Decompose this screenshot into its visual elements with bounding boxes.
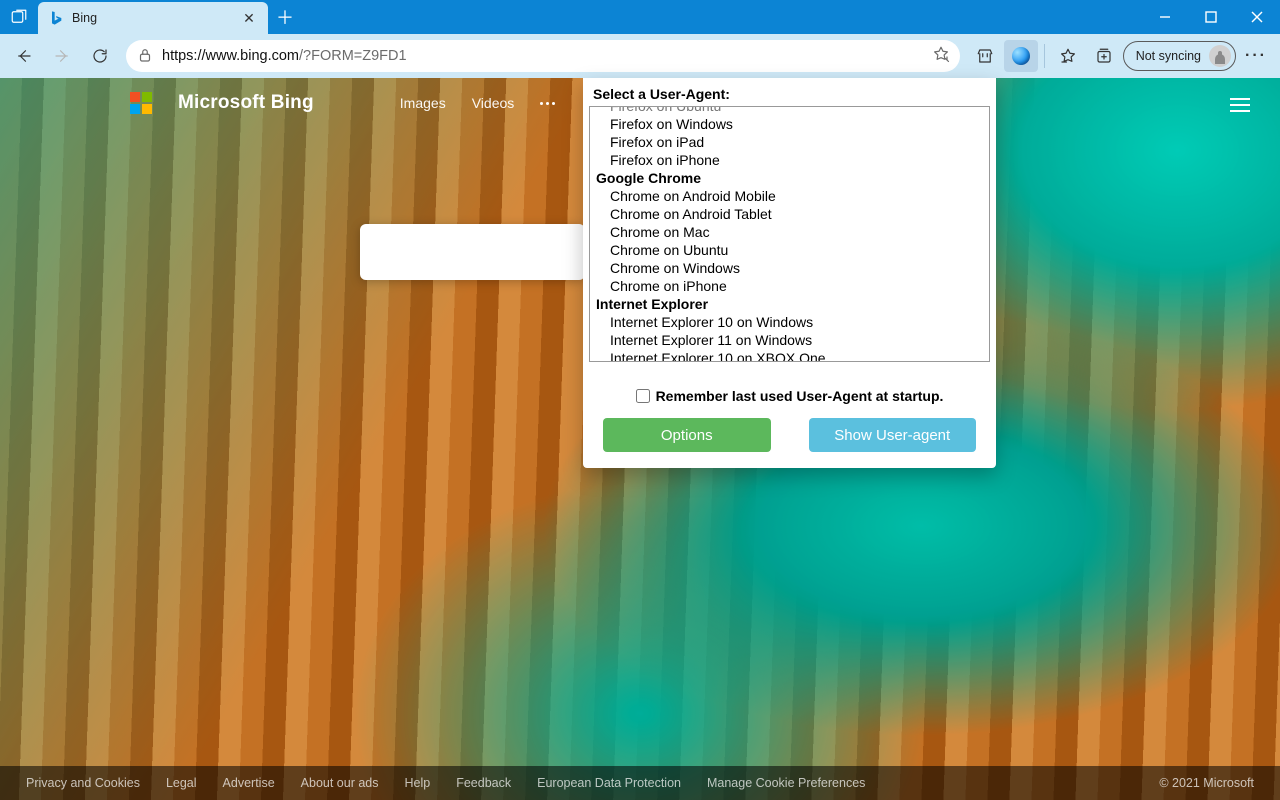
ua-list-item[interactable]: Chrome on Android Tablet — [590, 205, 989, 223]
window-maximize-button[interactable] — [1188, 0, 1234, 34]
sync-label: Not syncing — [1136, 49, 1201, 63]
search-box[interactable] — [360, 224, 585, 280]
footer-link[interactable]: Feedback — [456, 776, 511, 790]
footer-link[interactable]: Manage Cookie Preferences — [707, 776, 865, 790]
page-viewport: Microsoft Bing Images Videos Select a Us… — [0, 78, 1280, 800]
favorite-star-icon[interactable] — [932, 45, 950, 67]
ua-list-item[interactable]: Chrome on Mac — [590, 223, 989, 241]
browser-toolbar: https://www.bing.com/?FORM=Z9FD1 Not syn… — [0, 34, 1280, 78]
ua-list-item[interactable]: Chrome on iPhone — [590, 277, 989, 295]
ua-list-item[interactable]: Internet Explorer 10 on Windows — [590, 313, 989, 331]
footer-link[interactable]: Privacy and Cookies — [26, 776, 140, 790]
globe-icon — [1012, 47, 1030, 65]
footer-link[interactable]: Advertise — [223, 776, 275, 790]
useragent-list[interactable]: Firefox on UbuntuFirefox on WindowsFiref… — [589, 106, 990, 362]
extension-useragent-icon[interactable] — [1004, 40, 1038, 72]
brand-text: Microsoft Bing — [178, 92, 314, 114]
favorites-button[interactable] — [1051, 40, 1085, 72]
window-close-button[interactable] — [1234, 0, 1280, 34]
toolbar-separator — [1044, 44, 1045, 68]
new-tab-button[interactable]: ＋ — [268, 0, 302, 34]
ua-group-header: Internet Explorer — [590, 295, 989, 313]
footer-link[interactable]: Help — [405, 776, 431, 790]
address-bar[interactable]: https://www.bing.com/?FORM=Z9FD1 — [126, 40, 960, 72]
hamburger-menu-button[interactable] — [1224, 92, 1256, 118]
ua-group-header: Google Chrome — [590, 169, 989, 187]
profile-sync-button[interactable]: Not syncing — [1123, 41, 1236, 71]
popup-heading: Select a User-Agent: — [583, 86, 996, 106]
ua-list-item[interactable]: Firefox on Ubuntu — [590, 106, 989, 115]
ua-list-item[interactable]: Internet Explorer 11 on Windows — [590, 331, 989, 349]
browser-tab[interactable]: Bing ✕ — [38, 2, 268, 34]
microsoft-logo-icon — [130, 92, 152, 114]
footer-link[interactable]: European Data Protection — [537, 776, 681, 790]
profile-avatar-icon — [1209, 45, 1231, 67]
nav-images-link[interactable]: Images — [400, 95, 446, 111]
ua-list-item[interactable]: Chrome on Ubuntu — [590, 241, 989, 259]
footer-copyright: © 2021 Microsoft — [1159, 776, 1254, 790]
settings-more-button[interactable]: ··· — [1238, 38, 1274, 74]
tab-actions-button[interactable] — [0, 0, 38, 34]
ua-list-item[interactable]: Firefox on Windows — [590, 115, 989, 133]
nav-refresh-button[interactable] — [82, 38, 118, 74]
ua-list-item[interactable]: Internet Explorer 10 on XBOX One — [590, 349, 989, 362]
window-titlebar: Bing ✕ ＋ — [0, 0, 1280, 34]
nav-back-button[interactable] — [6, 38, 42, 74]
ua-list-item[interactable]: Chrome on Android Mobile — [590, 187, 989, 205]
window-minimize-button[interactable] — [1142, 0, 1188, 34]
nav-videos-link[interactable]: Videos — [472, 95, 515, 111]
site-info-lock-icon[interactable] — [136, 46, 154, 67]
show-useragent-button[interactable]: Show User-agent — [809, 418, 977, 452]
ua-list-item[interactable]: Firefox on iPhone — [590, 151, 989, 169]
ua-list-item[interactable]: Chrome on Windows — [590, 259, 989, 277]
remember-checkbox[interactable] — [636, 389, 650, 403]
ua-list-item[interactable]: Firefox on iPad — [590, 133, 989, 151]
options-button[interactable]: Options — [603, 418, 771, 452]
tab-title: Bing — [72, 11, 232, 25]
remember-label: Remember last used User-Agent at startup… — [656, 388, 944, 404]
remember-checkbox-row[interactable]: Remember last used User-Agent at startup… — [593, 388, 986, 404]
collections-button[interactable] — [1087, 40, 1121, 72]
page-footer: Privacy and Cookies Legal Advertise About o… — [0, 766, 1280, 800]
bing-favicon-icon — [48, 10, 64, 26]
nav-more-icon[interactable] — [540, 102, 555, 105]
useragent-popup: Select a User-Agent: Firefox on UbuntuFi… — [583, 78, 996, 468]
tab-close-icon[interactable]: ✕ — [240, 10, 258, 27]
extension-shopping-icon[interactable] — [968, 40, 1002, 72]
footer-link[interactable]: Legal — [166, 776, 197, 790]
nav-forward-button[interactable] — [44, 38, 80, 74]
footer-link[interactable]: About our ads — [301, 776, 379, 790]
url-text: https://www.bing.com/?FORM=Z9FD1 — [162, 48, 924, 64]
